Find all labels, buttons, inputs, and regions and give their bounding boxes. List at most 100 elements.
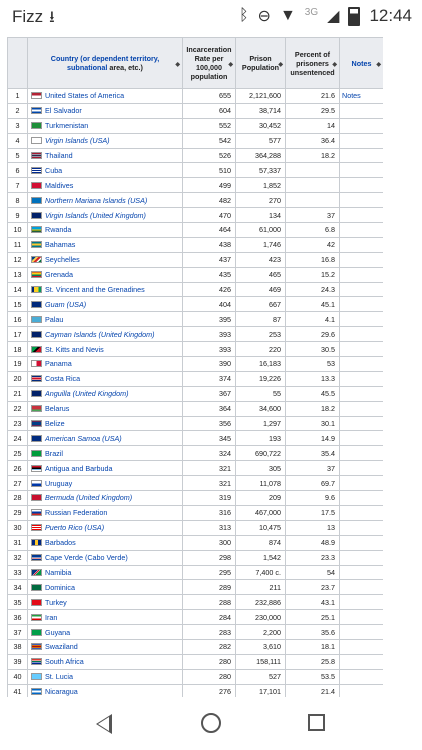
country-link[interactable]: Anguilla (United Kingdom): [45, 389, 129, 398]
table-row: 33 Namibia 295 7,400 c. 54: [7, 564, 383, 581]
percent-unsentenced-cell: 16.8: [285, 251, 340, 268]
prison-population-cell: 16,183: [235, 356, 286, 372]
rank-header[interactable]: [7, 37, 28, 89]
flag-icon: [31, 479, 42, 487]
rank-cell: 17: [7, 326, 28, 343]
country-link[interactable]: St. Lucia: [45, 672, 73, 681]
country-link[interactable]: Uruguay: [45, 479, 72, 488]
subnational-link[interactable]: subnational: [67, 63, 107, 72]
country-link[interactable]: Country (or dependent territory,: [51, 54, 159, 63]
prison-population-cell: 134: [235, 207, 286, 224]
rate-header[interactable]: Incarceration Rate per 100,000 populatio…: [182, 37, 236, 89]
country-cell: Maldives: [27, 177, 183, 194]
rank-cell: 14: [7, 281, 28, 298]
country-link[interactable]: Iran: [45, 613, 57, 622]
notes-cell: [339, 490, 383, 506]
country-cell: Nicaragua: [27, 683, 183, 697]
sort-icon[interactable]: ◆: [332, 61, 337, 70]
country-link[interactable]: Turkey: [45, 598, 67, 607]
country-link[interactable]: Northern Mariana Islands (USA): [45, 196, 147, 205]
notes-cell: [339, 370, 383, 387]
percent-unsentenced-cell: 45.1: [285, 296, 340, 313]
percent-header[interactable]: Percent of prisoners unsentenced ◆: [285, 37, 340, 89]
country-link[interactable]: Costa Rica: [45, 374, 80, 383]
prison-population-cell: 469: [235, 281, 286, 298]
country-link[interactable]: Cayman Islands (United Kingdom): [45, 330, 154, 339]
country-link[interactable]: Guam (USA): [45, 300, 86, 309]
country-link[interactable]: Antigua and Barbuda: [45, 464, 113, 473]
sort-icon[interactable]: ◆: [376, 61, 381, 70]
country-cell: Panama: [27, 356, 183, 372]
rank-cell: 34: [7, 579, 28, 596]
recent-apps-icon[interactable]: [308, 714, 325, 731]
country-link[interactable]: Dominica: [45, 583, 75, 592]
country-link[interactable]: Palau: [45, 315, 63, 324]
country-link[interactable]: South Africa: [45, 657, 84, 666]
country-link[interactable]: Virgin Islands (United Kingdom): [45, 211, 146, 220]
rank-cell: 26: [7, 460, 28, 477]
country-link[interactable]: Bahamas: [45, 240, 75, 249]
rank-cell: 27: [7, 475, 28, 492]
notes-cell: [339, 683, 383, 697]
table-container[interactable]: Country (or dependent territory, subnatio…: [7, 37, 383, 697]
sort-icon[interactable]: ◆: [175, 61, 180, 70]
percent-unsentenced-cell: 42: [285, 236, 340, 253]
table-row: 31 Barbados 300 874 48.9: [7, 534, 383, 551]
country-link[interactable]: Thailand: [45, 151, 73, 160]
country-link[interactable]: Belize: [45, 419, 65, 428]
sort-icon[interactable]: ◆: [278, 61, 283, 70]
notes-cell: [339, 222, 383, 238]
country-cell: Russian Federation: [27, 504, 183, 521]
country-link[interactable]: Cuba: [45, 166, 62, 175]
country-link[interactable]: Virgin Islands (USA): [45, 136, 110, 145]
country-link[interactable]: Panama: [45, 359, 72, 368]
rank-cell: 3: [7, 117, 28, 134]
rank-cell: 11: [7, 236, 28, 253]
country-link[interactable]: Swaziland: [45, 642, 78, 651]
country-link[interactable]: Namibia: [45, 568, 71, 577]
country-link[interactable]: Brazil: [45, 449, 63, 458]
country-link[interactable]: Seychelles: [45, 255, 80, 264]
home-icon[interactable]: [201, 713, 221, 733]
rate-cell: 288: [182, 594, 236, 611]
prison-header[interactable]: Prison Population ◆: [235, 37, 286, 89]
rate-cell: 526: [182, 147, 236, 164]
country-link[interactable]: American Samoa (USA): [45, 434, 122, 443]
country-link[interactable]: Rwanda: [45, 225, 71, 234]
country-link[interactable]: Bermuda (United Kingdom): [45, 493, 132, 502]
rate-cell: 300: [182, 534, 236, 551]
rate-cell: 295: [182, 564, 236, 581]
country-link[interactable]: Turkmenistan: [45, 121, 88, 130]
country-link[interactable]: Guyana: [45, 628, 70, 637]
rate-cell: 426: [182, 281, 236, 298]
prison-population-cell: 57,337: [235, 162, 286, 179]
country-header[interactable]: Country (or dependent territory, subnatio…: [27, 37, 183, 89]
country-link[interactable]: Cape Verde (Cabo Verde): [45, 553, 128, 562]
country-cell: Cape Verde (Cabo Verde): [27, 549, 183, 566]
prison-population-cell: 34,600: [235, 400, 286, 417]
country-link[interactable]: El Salvador: [45, 106, 82, 115]
country-link[interactable]: Maldives: [45, 181, 73, 190]
country-link[interactable]: Grenada: [45, 270, 73, 279]
rank-cell: 13: [7, 266, 28, 283]
country-link[interactable]: Puerto Rico (USA): [45, 523, 104, 532]
notes-header[interactable]: Notes ◆: [339, 37, 383, 89]
country-link[interactable]: St. Vincent and the Grenadines: [45, 285, 145, 294]
flag-icon: [31, 375, 42, 383]
country-link[interactable]: St. Kitts and Nevis: [45, 345, 104, 354]
notes-cell: [339, 251, 383, 268]
back-icon[interactable]: [96, 714, 112, 734]
percent-unsentenced-cell: 30.5: [285, 341, 340, 358]
country-cell: Costa Rica: [27, 370, 183, 387]
country-link[interactable]: Belarus: [45, 404, 69, 413]
notes-cell[interactable]: Notes: [339, 88, 383, 104]
country-link[interactable]: Barbados: [45, 538, 76, 547]
country-link[interactable]: Nicaragua: [45, 687, 78, 696]
notes-cell: [339, 653, 383, 670]
country-link[interactable]: Russian Federation: [45, 508, 107, 517]
country-link[interactable]: United States of America: [45, 91, 124, 100]
sort-icon[interactable]: ◆: [228, 61, 233, 70]
table-row: 29 Russian Federation 316 467,000 17.5: [7, 504, 383, 521]
rank-cell: 38: [7, 638, 28, 655]
country-cell: St. Lucia: [27, 668, 183, 685]
